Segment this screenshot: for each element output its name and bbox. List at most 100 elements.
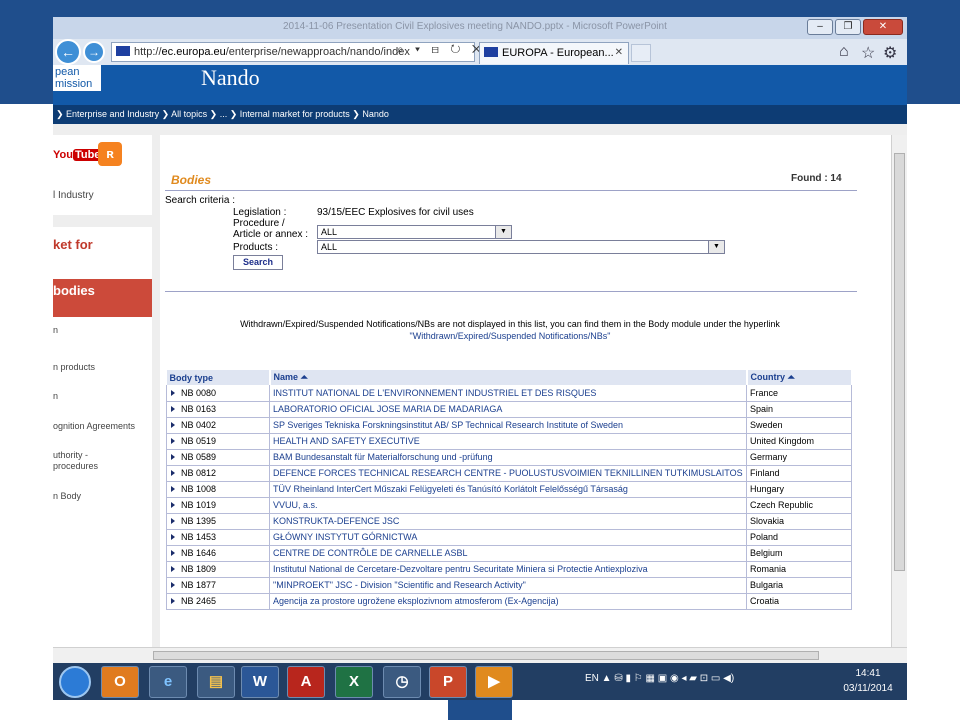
powerpoint-taskbar-icon[interactable]: P [429,666,467,698]
sidebar-link[interactable]: n products [53,362,95,373]
body-type-cell[interactable]: NB 1395 [166,513,270,530]
breadcrumb[interactable]: ❯ Enterprise and Industry ❯ All topics ❯… [53,105,907,124]
horizontal-scrollbar-thumb[interactable] [153,651,819,660]
european-commission-logo[interactable]: pean mission [53,65,101,91]
body-type-cell[interactable]: NB 1646 [166,545,270,562]
expand-arrow-icon[interactable] [171,470,175,476]
sidebar-item-bodies[interactable]: bodies [53,279,152,317]
table-row[interactable]: NB 1877 "MINPROEKT" JSC - Division "Scien… [166,577,852,594]
minimize-button[interactable]: – [807,19,833,35]
word-taskbar-icon[interactable]: W [241,666,279,698]
body-name-link[interactable]: Agencija za prostore ugrožene eksplozivn… [269,593,747,610]
rss-icon[interactable]: ʀ [98,142,122,166]
expand-arrow-icon[interactable] [171,422,175,428]
start-button[interactable] [59,666,91,698]
sidebar-link[interactable]: procedures [53,461,98,472]
column-header-country[interactable]: Country ⏶ [746,370,853,385]
address-tools[interactable]: ⌕ ▾ ⊟ ↻ ✕ [397,42,485,57]
expand-arrow-icon[interactable] [171,566,175,572]
expand-arrow-icon[interactable] [171,582,175,588]
sidebar-link[interactable]: n [53,391,58,402]
home-icon[interactable]: ⌂ [839,43,849,61]
body-type-cell[interactable]: NB 1453 [166,529,270,546]
system-tray[interactable]: EN ▲ ⛁ ▮ ⚐ ▦ ▣ ◉ ◂ ▰ ⊡ ▭ ◀) [585,673,734,684]
acrobat-taskbar-icon[interactable]: A [287,666,325,698]
table-row[interactable]: NB 0812 DEFENCE FORCES TECHNICAL RESEARCH… [166,465,852,482]
expand-arrow-icon[interactable] [171,550,175,556]
body-name-link[interactable]: HEALTH AND SAFETY EXECUTIVE [269,433,747,450]
body-name-link[interactable]: TÜV Rheinland InterCert Műszaki Felügyel… [269,481,747,498]
sidebar-link[interactable]: uthority - [53,450,88,461]
favorites-icon[interactable]: ☆ [861,43,875,63]
body-name-link[interactable]: KONSTRUKTA-DEFENCE JSC [269,513,747,530]
table-row[interactable]: NB 1453 GŁÓWNY INSTYTUT GÓRNICTWA Poland [166,529,852,546]
forward-button[interactable]: → [83,41,105,63]
clock-app-taskbar-icon[interactable]: ◷ [383,666,421,698]
body-name-link[interactable]: CENTRE DE CONTRÔLE DE CARNELLE ASBL [269,545,747,562]
body-name-link[interactable]: LABORATORIO OFICIAL JOSE MARIA DE MADARI… [269,401,747,418]
expand-arrow-icon[interactable] [171,454,175,460]
table-row[interactable]: NB 1646 CENTRE DE CONTRÔLE DE CARNELLE AS… [166,545,852,562]
table-row[interactable]: NB 0519 HEALTH AND SAFETY EXECUTIVE United… [166,433,852,450]
table-row[interactable]: NB 0589 BAM Bundesanstalt für Materialfor… [166,449,852,466]
body-type-cell[interactable]: NB 0812 [166,465,270,482]
taskbar-clock[interactable]: 14:41 03/11/2014 [833,666,903,696]
expand-arrow-icon[interactable] [171,486,175,492]
maximize-button[interactable]: ❐ [835,19,861,35]
body-name-link[interactable]: SP Sveriges Tekniska Forskningsinstitut … [269,417,747,434]
browser-tab[interactable]: EUROPA - European... ✕ [479,42,629,64]
internet-explorer-taskbar-icon[interactable]: e [149,666,187,698]
withdrawn-link[interactable]: "Withdrawn/Expired/Suspended Notificatio… [160,331,860,341]
sidebar-link[interactable]: n Body [53,491,81,502]
search-button[interactable]: Search [233,255,283,270]
body-type-cell[interactable]: NB 0402 [166,417,270,434]
table-row[interactable]: NB 1395 KONSTRUKTA-DEFENCE JSC Slovakia [166,513,852,530]
close-button[interactable]: ✕ [863,19,903,35]
youtube-icon[interactable]: You Tube [53,149,103,161]
outlook-taskbar-icon[interactable]: O [101,666,139,698]
expand-arrow-icon[interactable] [171,518,175,524]
media-player-taskbar-icon[interactable]: ▶ [475,666,513,698]
body-type-cell[interactable]: NB 0589 [166,449,270,466]
sidebar-link-industry[interactable]: l Industry [53,190,94,201]
body-type-cell[interactable]: NB 1008 [166,481,270,498]
body-name-link[interactable]: DEFENCE FORCES TECHNICAL RESEARCH CENTRE… [269,465,747,482]
body-type-cell[interactable]: NB 1019 [166,497,270,514]
body-type-cell[interactable]: NB 1809 [166,561,270,578]
expand-arrow-icon[interactable] [171,389,175,396]
body-name-link[interactable]: INSTITUT NATIONAL DE L'ENVIRONNEMENT IND… [269,385,747,402]
body-type-cell[interactable]: NB 0080 [166,385,270,402]
settings-gear-icon[interactable]: ⚙ [883,43,897,63]
table-row[interactable]: NB 1809 Institutul National de Cercetare-… [166,561,852,578]
vertical-scrollbar[interactable] [891,135,907,663]
body-type-cell[interactable]: NB 0163 [166,401,270,418]
back-button[interactable]: ← [55,39,81,65]
horizontal-scrollbar[interactable] [53,647,907,663]
body-type-cell[interactable]: NB 2465 [166,593,270,610]
table-row[interactable]: NB 2465 Agencija za prostore ugrožene eks… [166,593,852,610]
column-header-name[interactable]: Name ⏶ [269,370,748,385]
expand-arrow-icon[interactable] [171,598,175,604]
new-tab-button[interactable] [631,44,651,62]
explorer-taskbar-icon[interactable]: ▤ [197,666,235,698]
tab-close-icon[interactable]: ✕ [615,43,623,63]
sidebar-link[interactable]: n [53,325,58,336]
table-row[interactable]: NB 0163 LABORATORIO OFICIAL JOSE MARIA DE… [166,401,852,418]
table-row[interactable]: NB 0402 SP Sveriges Tekniska Forskningsin… [166,417,852,434]
table-row[interactable]: NB 1019 VVUU, a.s. Czech Republic [166,497,852,514]
body-name-link[interactable]: VVUU, a.s. [269,497,747,514]
expand-arrow-icon[interactable] [171,406,175,412]
sidebar-link[interactable]: ognition Agreements [53,421,135,432]
table-row[interactable]: NB 1008 TÜV Rheinland InterCert Műszaki F… [166,481,852,498]
body-name-link[interactable]: BAM Bundesanstalt für Materialforschung … [269,449,747,466]
table-row[interactable]: NB 0080 INSTITUT NATIONAL DE L'ENVIRONNEM… [166,385,852,402]
body-name-link[interactable]: "MINPROEKT" JSC - Division "Scientific a… [269,577,747,594]
body-type-cell[interactable]: NB 1877 [166,577,270,594]
body-type-cell[interactable]: NB 0519 [166,433,270,450]
vertical-scrollbar-thumb[interactable] [894,153,905,571]
article-select[interactable]: ALL ▼ [317,225,512,239]
products-select[interactable]: ALL ▼ [317,240,725,254]
excel-taskbar-icon[interactable]: X [335,666,373,698]
expand-arrow-icon[interactable] [171,534,175,540]
expand-arrow-icon[interactable] [171,438,175,444]
